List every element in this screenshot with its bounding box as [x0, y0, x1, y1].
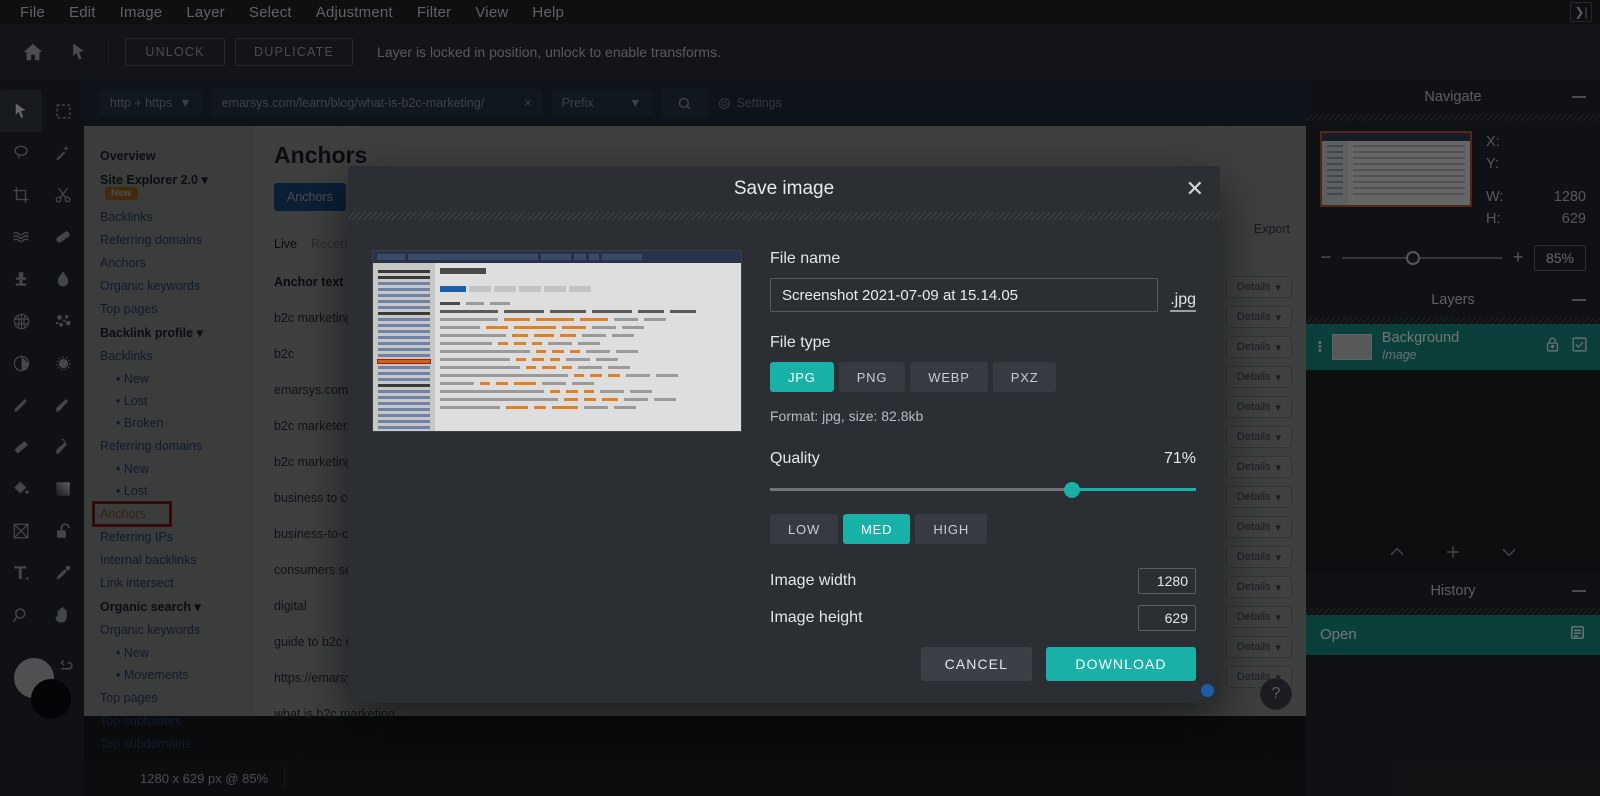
dialog-header: Save image ✕ — [348, 166, 1220, 212]
quality-preset-selector: LOW MED HIGH — [770, 514, 1196, 544]
image-height-label: Image height — [770, 609, 863, 627]
image-width-label: Image width — [770, 572, 856, 590]
quality-slider[interactable] — [770, 480, 1196, 498]
image-height-row: Image height — [770, 605, 1196, 631]
image-preview — [372, 250, 742, 432]
dimensions-section: Image width Image height — [770, 568, 1196, 631]
file-name-row: .jpg — [770, 278, 1196, 312]
file-type-label: File type — [770, 334, 1196, 352]
preview-content — [373, 263, 741, 432]
file-type-jpg-button[interactable]: JPG — [770, 362, 834, 392]
dialog-body: File name .jpg File type JPG PNG WEBP PX… — [348, 220, 1220, 642]
preview-browser-bar — [373, 251, 741, 263]
quality-low-button[interactable]: LOW — [770, 514, 838, 544]
quality-row: Quality 71% — [770, 450, 1196, 468]
file-type-png-button[interactable]: PNG — [839, 362, 906, 392]
save-image-dialog: Save image ✕ — [348, 166, 1220, 703]
file-extension-label: .jpg — [1170, 291, 1196, 312]
image-height-input[interactable] — [1138, 605, 1196, 631]
dialog-footer: CANCEL DOWNLOAD — [921, 647, 1196, 681]
quality-slider-track-left — [770, 488, 1072, 491]
quality-med-button[interactable]: MED — [843, 514, 910, 544]
format-size-info: Format: jpg, size: 82.8kb — [770, 408, 1196, 424]
image-width-row: Image width — [770, 568, 1196, 594]
dialog-hatch-divider — [348, 212, 1220, 220]
cancel-button[interactable]: CANCEL — [921, 647, 1032, 681]
preview-sidebar — [373, 263, 435, 432]
quality-slider-thumb[interactable] — [1064, 482, 1080, 498]
preview-main — [435, 263, 741, 432]
quality-label: Quality — [770, 450, 820, 468]
download-button[interactable]: DOWNLOAD — [1046, 647, 1196, 681]
close-icon[interactable]: ✕ — [1186, 178, 1204, 200]
quality-value: 71% — [1164, 450, 1196, 468]
file-type-webp-button[interactable]: WEBP — [910, 362, 987, 392]
image-editor-app: File Edit Image Layer Select Adjustment … — [0, 0, 1600, 796]
file-name-input[interactable] — [770, 278, 1158, 312]
file-type-selector: JPG PNG WEBP PXZ — [770, 362, 1196, 392]
quality-high-button[interactable]: HIGH — [915, 514, 987, 544]
quality-slider-track-right — [1072, 488, 1196, 491]
dialog-title: Save image — [734, 178, 834, 200]
file-type-pxz-button[interactable]: PXZ — [993, 362, 1057, 392]
image-width-input[interactable] — [1138, 568, 1196, 594]
file-name-label: File name — [770, 250, 1196, 268]
dialog-fields: File name .jpg File type JPG PNG WEBP PX… — [770, 250, 1196, 642]
